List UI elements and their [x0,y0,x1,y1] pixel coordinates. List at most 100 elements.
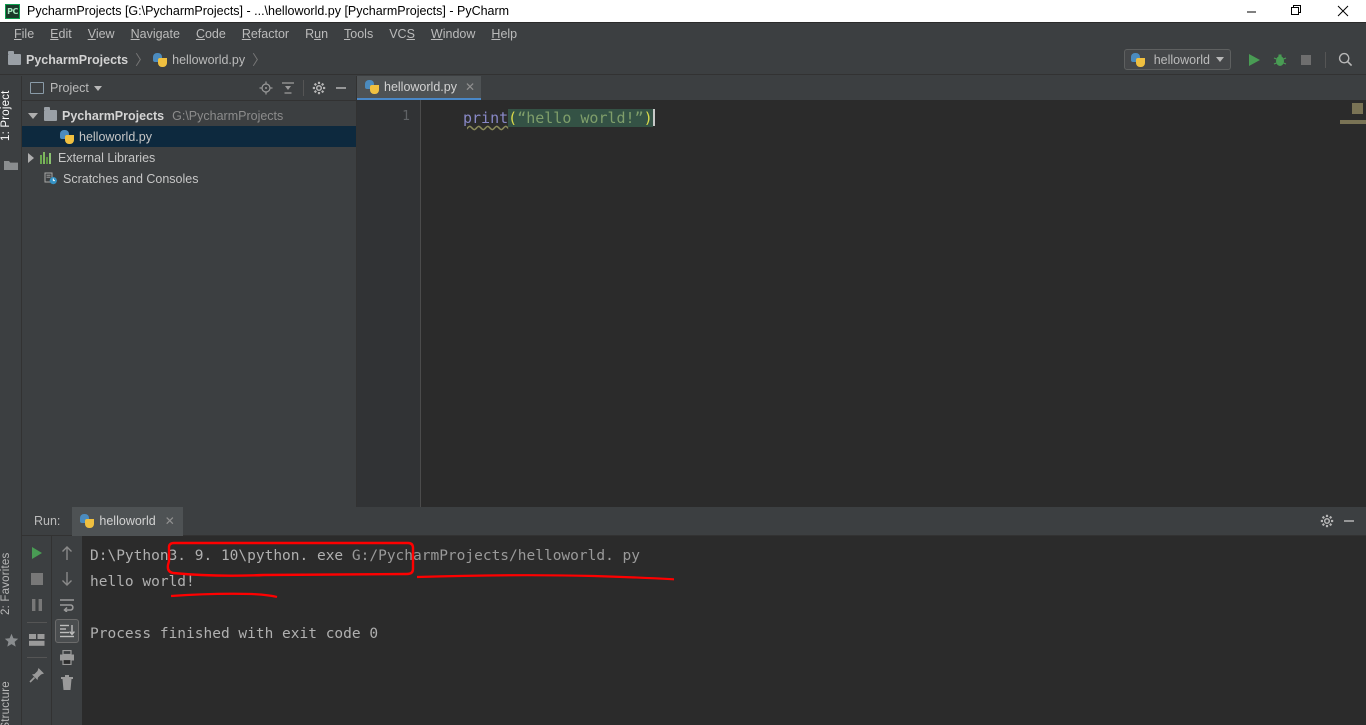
run-panel-header: Run: helloworld ✕ [22,506,1366,536]
menu-file[interactable]: File [6,25,42,43]
chevron-down-icon [1216,57,1224,62]
code-area: 1 print(“hello world!”) [357,100,1366,507]
menu-code-rest: ode [204,27,226,41]
editor-scrollbar[interactable] [1340,100,1366,507]
tree-row-scratches[interactable]: Scratches and Consoles [22,168,356,189]
hide-panel-icon[interactable] [330,77,352,99]
menu-vcs[interactable]: VCS [381,25,423,43]
locate-icon[interactable] [255,77,277,99]
menu-bar: File Edit View Navigate Code Refactor Ru… [0,23,1366,45]
line-number-1: 1 [402,109,410,124]
search-everywhere-icon[interactable] [1332,47,1358,73]
hide-panel-icon[interactable] [1338,510,1360,532]
up-arrow-button[interactable] [55,541,79,565]
libraries-icon [40,151,53,164]
left-tool-strip: 1: Project 2: Favorites 7: Structure [0,76,22,725]
project-panel-title: Project [50,81,89,95]
code-token-string: “hello world!” [517,109,644,127]
breadcrumb-file[interactable]: helloworld.py [153,52,246,67]
line-number-gutter: 1 [357,100,421,507]
console-output-line: hello world! [90,574,195,590]
tree-row-external-libraries[interactable]: External Libraries [22,147,356,168]
editor-tab-bar: helloworld.py ✕ [357,76,1366,100]
stop-button[interactable] [1293,47,1319,73]
menu-help-rest: elp [500,27,518,41]
breadcrumb-project-label: PycharmProjects [26,52,129,67]
tab-helloworld-py[interactable]: helloworld.py ✕ [357,76,482,100]
run-button[interactable] [1241,47,1267,73]
collapse-all-icon[interactable] [277,77,299,99]
chevron-down-icon[interactable] [93,85,102,91]
run-panel-actions [1316,510,1366,532]
layout-button[interactable] [25,628,49,652]
toolbar-divider [26,622,47,623]
star-icon [4,633,19,647]
code-token-print: print [463,109,509,127]
error-stripe-marker[interactable] [1352,103,1363,114]
rerun-button[interactable] [25,541,49,565]
menu-view[interactable]: View [80,25,123,43]
debug-button[interactable] [1267,47,1293,73]
menu-run[interactable]: Run [297,25,336,43]
menu-tools-rest: ools [350,27,374,41]
stop-button[interactable] [25,567,49,591]
run-tab-label: helloworld [99,514,156,528]
tree-row-helloworld-py[interactable]: helloworld.py [22,126,356,147]
close-icon[interactable] [1320,0,1366,22]
breadcrumb-separator-2: 〉 [252,52,267,69]
tree-row-project-root[interactable]: PycharmProjects G:\PycharmProjects [22,105,356,126]
menu-refactor-rest: efactor [250,27,290,41]
menu-window[interactable]: Window [423,25,483,43]
down-arrow-button[interactable] [55,567,79,591]
scratches-icon [44,172,58,185]
menu-edit-rest: dit [58,27,72,41]
title-bar: PC PycharmProjects [G:\PycharmProjects] … [0,0,1366,23]
maximize-restore-icon[interactable] [1274,0,1320,22]
run-console[interactable]: D:\Python3. 9. 10\python. exe G:/Pycharm… [82,536,1366,725]
sidebar-item-project[interactable]: 1: Project [0,81,22,151]
code-content[interactable]: print(“hello world!”) [421,100,1366,507]
project-tool-window: Project PycharmProjects G:\PycharmProjec… [22,76,357,507]
console-exit-line: Process finished with exit code 0 [90,626,379,642]
menu-navigate[interactable]: Navigate [123,25,188,43]
toolbar-divider [1325,51,1326,68]
print-button[interactable] [55,645,79,669]
pycharm-window: PC PycharmProjects [G:\PycharmProjects] … [0,0,1366,725]
run-panel-body: D:\Python3. 9. 10\python. exe G:/Pycharm… [22,536,1366,725]
console-spacer [343,548,352,564]
run-tab-helloworld[interactable]: helloworld ✕ [72,506,183,536]
run-tool-window: Run: helloworld ✕ D:\Python3. 9. 10\pyth… [22,506,1366,725]
settings-gear-icon[interactable] [308,77,330,99]
sidebar-item-structure[interactable]: 7: Structure [0,665,22,725]
soft-wrap-button[interactable] [55,593,79,617]
run-configuration-selector[interactable]: helloworld [1123,49,1231,70]
run-configuration-name: helloworld [1153,52,1210,67]
project-panel-header: Project [22,76,356,101]
menu-code[interactable]: Code [188,25,234,43]
breadcrumb-project[interactable]: PycharmProjects [8,51,129,67]
scroll-to-end-button[interactable] [55,619,79,643]
scrollbar-thumb[interactable] [1340,120,1366,124]
menu-tools[interactable]: Tools [336,25,381,43]
pin-tab-button[interactable] [25,663,49,687]
clear-all-button[interactable] [55,671,79,695]
project-tree: PycharmProjects G:\PycharmProjects hello… [22,101,356,189]
code-token-close-paren: ) [643,109,653,127]
menu-help[interactable]: Help [483,25,525,43]
close-icon[interactable]: ✕ [165,514,175,528]
minimize-icon[interactable] [1228,0,1274,22]
project-panel-actions [255,77,352,99]
menu-refactor[interactable]: Refactor [234,25,297,43]
navigation-bar: PycharmProjects 〉 helloworld.py 〉 hellow… [0,45,1366,75]
pause-button[interactable] [25,593,49,617]
breadcrumb-file-label: helloworld.py [172,52,246,67]
chevron-right-icon[interactable] [28,152,34,163]
tree-path-project-root: G:\PycharmProjects [172,108,284,123]
tree-label-scratches: Scratches and Consoles [63,171,199,186]
menu-edit[interactable]: Edit [42,25,80,43]
folder-icon [44,107,57,121]
chevron-down-icon[interactable] [28,112,38,119]
sidebar-item-favorites[interactable]: 2: Favorites [0,540,22,628]
close-icon[interactable]: ✕ [465,80,475,94]
settings-gear-icon[interactable] [1316,510,1338,532]
